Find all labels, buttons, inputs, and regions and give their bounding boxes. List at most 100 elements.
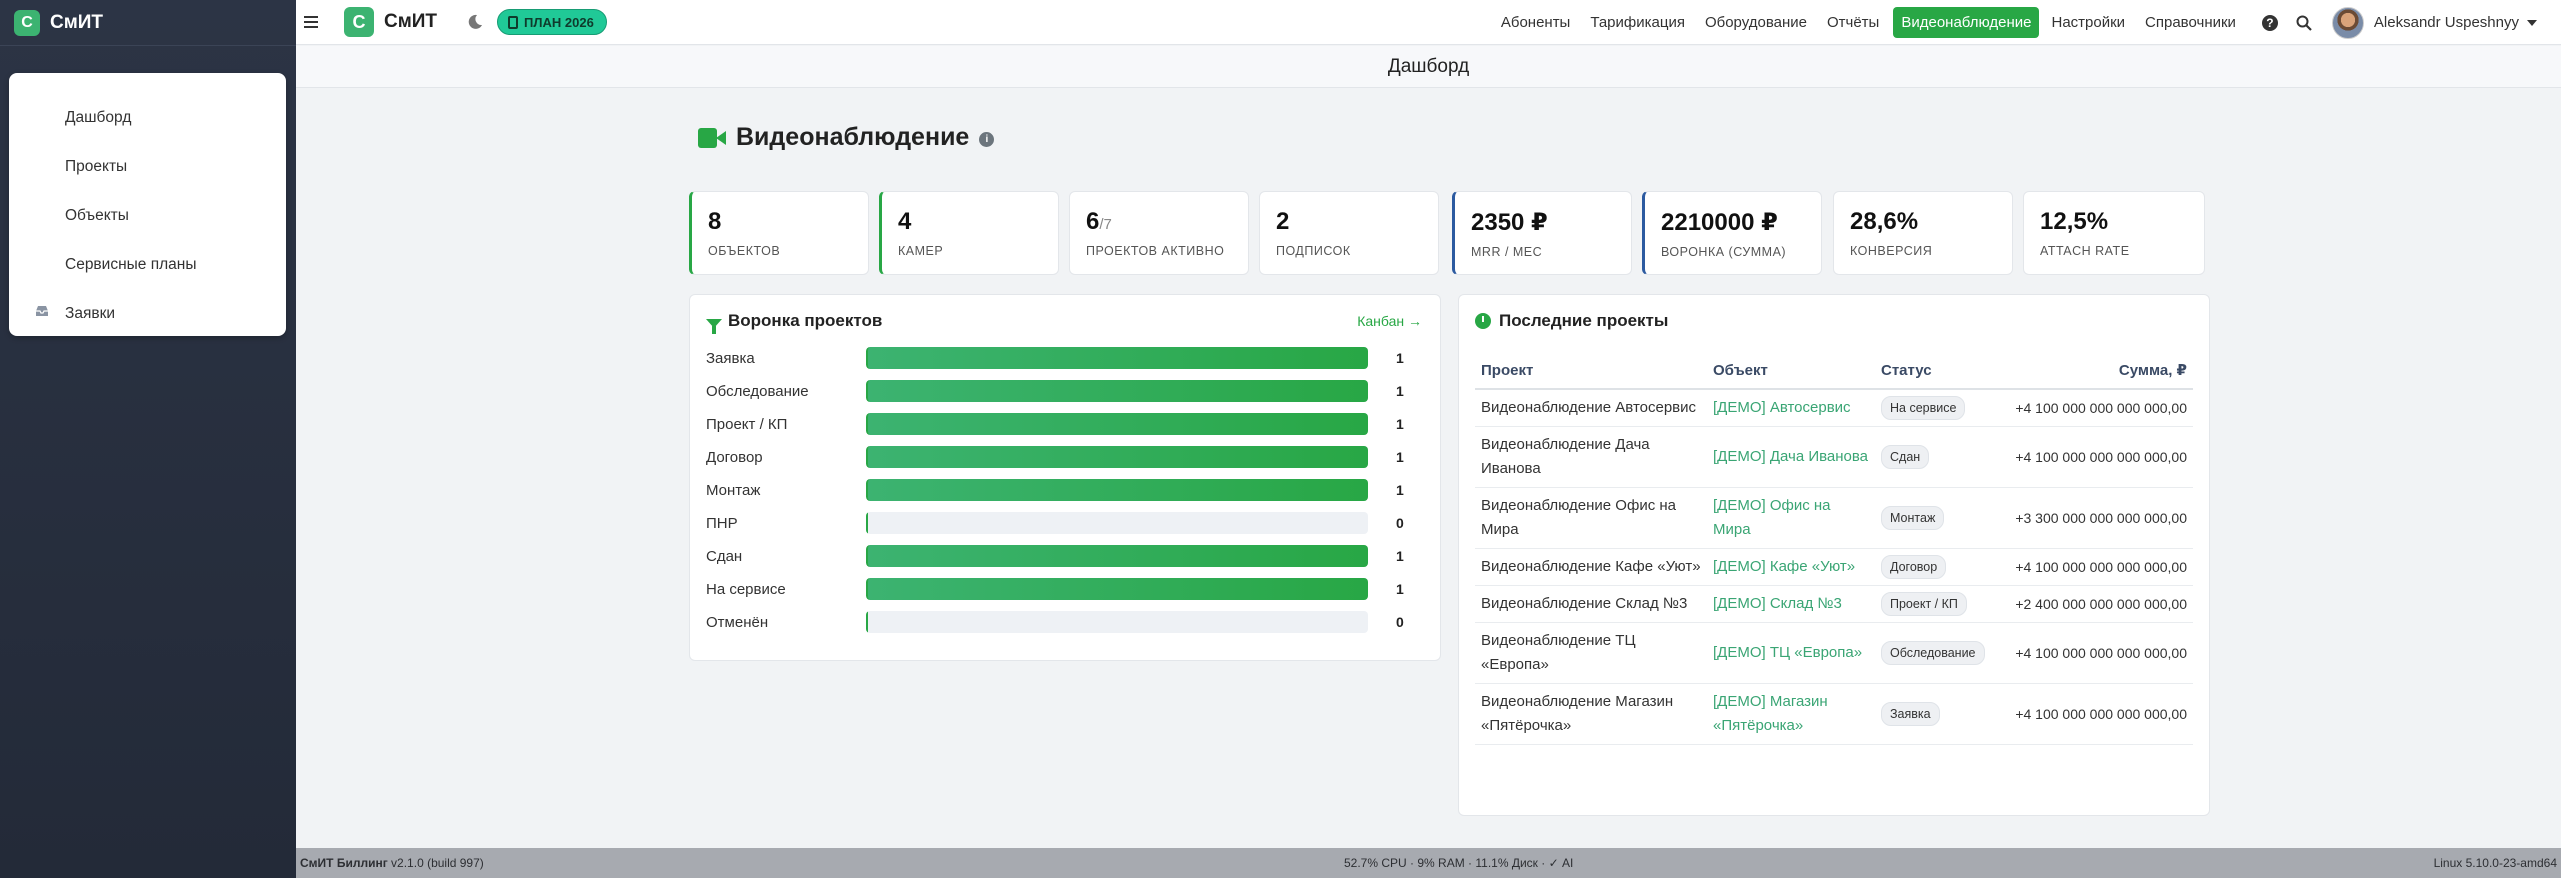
column-header-project[interactable]: Проект — [1475, 353, 1707, 390]
info-icon[interactable]: i — [979, 132, 995, 147]
stat-card-pipeline: 2210000 ₽ ВОРОНКА (СУММА) — [1642, 191, 1822, 275]
funnel-stage-count: 1 — [1396, 449, 1404, 465]
funnel-stage-count: 1 — [1396, 581, 1404, 597]
main-content: Видеонаблюдение i 8 ОБЪЕКТОВ 4 КАМЕР 6/7… — [296, 89, 2561, 847]
stat-card-active-projects: 6/7 ПРОЕКТОВ АКТИВНО — [1069, 191, 1249, 275]
table-row[interactable]: Видеонаблюдение Кафе «Уют» [ДЕМО] Кафе «У… — [1475, 548, 2193, 586]
stat-label: MRR / МЕС — [1471, 245, 1543, 259]
funnel-stage-label: Проект / КП — [706, 416, 788, 433]
stat-card-subscriptions: 2 ПОДПИСОК — [1259, 191, 1439, 275]
funnel-stage-bar — [866, 413, 1368, 435]
sidebar-item-requests[interactable]: Заявки — [9, 289, 286, 338]
funnel-stage-label: Отменён — [706, 614, 769, 631]
funnel-stage-row: Отменён 0 — [706, 611, 1426, 635]
chevron-down-icon[interactable] — [2527, 19, 2537, 26]
object-link[interactable]: [ДЕМО] Офис на Мира — [1707, 487, 1875, 549]
nav-settings[interactable]: Настройки — [2051, 14, 2125, 31]
recent-projects-title: Последние проекты — [1475, 311, 1668, 331]
funnel-stage-row: Проект / КП 1 — [706, 413, 1426, 437]
object-link[interactable]: [ДЕМО] Автосервис — [1707, 389, 1875, 427]
status-badge: Сдан — [1881, 445, 1930, 469]
table-row[interactable]: Видеонаблюдение ТЦ «Европа» [ДЕМО] ТЦ «Ев… — [1475, 622, 2193, 684]
video-camera-icon — [698, 127, 726, 148]
stat-value: 8 — [708, 208, 722, 235]
status-cell: Заявка — [1875, 683, 1995, 745]
funnel-stage-row: Договор 1 — [706, 446, 1426, 470]
funnel-stage-count: 1 — [1396, 383, 1404, 399]
object-link[interactable]: [ДЕМО] Дача Иванова — [1707, 426, 1875, 488]
object-link[interactable]: [ДЕМО] ТЦ «Европа» — [1707, 622, 1875, 684]
search-icon[interactable] — [2296, 15, 2312, 31]
header-logo[interactable]: С СмИТ — [344, 7, 437, 37]
theme-toggle-icon[interactable] — [467, 14, 483, 30]
nav-references[interactable]: Справочники — [2145, 14, 2236, 31]
stat-value: 2350 ₽ — [1471, 209, 1548, 236]
sidebar-brand[interactable]: С СмИТ — [0, 0, 296, 46]
footer-metrics: 52.7% CPU · 9% RAM · 11.1% Диск · ✓ AI — [1344, 856, 1574, 870]
table-row[interactable]: Видеонаблюдение Магазин «Пятёрочка» [ДЕМО… — [1475, 683, 2193, 745]
user-name[interactable]: Aleksandr Uspeshnyy — [2374, 14, 2519, 31]
funnel-stage-fill — [866, 545, 1368, 567]
menu-toggle-icon[interactable] — [304, 16, 318, 28]
plan-badge-label: ПЛАН 2026 — [524, 14, 594, 30]
nav-subscribers[interactable]: Абоненты — [1501, 14, 1571, 31]
kanban-link[interactable]: Канбан → — [1357, 313, 1422, 329]
footer-app-name: СмИТ Биллинг — [300, 856, 388, 870]
funnel-stage-row: Обследование 1 — [706, 380, 1426, 404]
sidebar-item-service-plans[interactable]: Сервисные планы — [9, 240, 286, 289]
funnel-stage-fill — [866, 512, 868, 534]
column-header-object[interactable]: Объект — [1707, 353, 1875, 390]
help-icon[interactable]: ? — [2261, 14, 2278, 31]
nav-reports[interactable]: Отчёты — [1827, 14, 1879, 31]
object-link[interactable]: [ДЕМО] Кафе «Уют» — [1707, 548, 1875, 586]
recent-projects-table: Проект Объект Статус Сумма, ₽ Видеонаблю… — [1475, 353, 2193, 745]
plan-badge[interactable]: ПЛАН 2026 — [497, 9, 607, 35]
page-title-bar: Дашборд — [296, 46, 2561, 88]
funnel-title: Воронка проектов — [706, 311, 882, 334]
sidebar-item-objects[interactable]: Объекты — [9, 191, 286, 240]
recent-projects-card: Последние проекты Проект Объект Статус С… — [1458, 294, 2210, 816]
nav-video-surveillance[interactable]: Видеонаблюдение — [1893, 7, 2040, 38]
sidebar-brand-text: СмИТ — [50, 11, 104, 33]
sidebar-menu: Дашборд Проекты Объекты Сервисные планы … — [9, 73, 286, 336]
funnel-stage-count: 0 — [1396, 614, 1404, 630]
table-row[interactable]: Видеонаблюдение Склад №3 [ДЕМО] Склад №3 П… — [1475, 585, 2193, 623]
stat-value: 2210000 ₽ — [1661, 209, 1778, 236]
project-sum: +4 100 000 000 000 000,00 — [1995, 389, 2193, 427]
status-cell: Обследование — [1875, 622, 1995, 684]
funnel-stage-count: 1 — [1396, 548, 1404, 564]
stat-card-attach-rate: 12,5% ATTACH RATE — [2023, 191, 2205, 275]
sidebar-item-label: Заявки — [65, 304, 116, 322]
funnel-stage-fill — [866, 611, 868, 633]
funnel-stage-count: 0 — [1396, 515, 1404, 531]
stat-label: ATTACH RATE — [2040, 244, 2130, 258]
object-link[interactable]: [ДЕМО] Склад №3 — [1707, 585, 1875, 623]
funnel-stage-label: Сдан — [706, 548, 743, 565]
funnel-stage-bar — [866, 512, 1368, 534]
funnel-stage-row: Монтаж 1 — [706, 479, 1426, 503]
footer: СмИТ Биллинг v2.1.0 (build 997) 52.7% CP… — [296, 848, 2561, 878]
column-header-status[interactable]: Статус — [1875, 353, 1995, 390]
inbox-icon — [36, 306, 48, 316]
status-badge: Заявка — [1881, 702, 1940, 726]
funnel-stage-bar — [866, 479, 1368, 501]
clipboard-icon — [508, 15, 519, 29]
object-link[interactable]: [ДЕМО] Магазин «Пятёрочка» — [1707, 683, 1875, 745]
table-row[interactable]: Видеонаблюдение Дача Иванова [ДЕМО] Дача … — [1475, 426, 2193, 488]
recent-projects-title-text: Последние проекты — [1499, 311, 1669, 330]
funnel-stage-fill — [866, 380, 1368, 402]
funnel-stage-count: 1 — [1396, 482, 1404, 498]
column-header-sum[interactable]: Сумма, ₽ — [1995, 353, 2193, 390]
nav-equipment[interactable]: Оборудование — [1705, 14, 1807, 31]
table-row[interactable]: Видеонаблюдение Автосервис [ДЕМО] Автосер… — [1475, 389, 2193, 427]
logo-icon: С — [14, 9, 40, 36]
nav-tariffs[interactable]: Тарификация — [1590, 14, 1685, 31]
funnel-card: Воронка проектов Канбан → Заявка 1 Обследо… — [689, 294, 1441, 661]
sidebar-item-projects[interactable]: Проекты — [9, 142, 286, 191]
stat-value: 12,5% — [2040, 208, 2109, 235]
avatar[interactable] — [2331, 6, 2364, 39]
sidebar-item-label: Объекты — [65, 206, 129, 224]
stat-label: КОНВЕРСИЯ — [1850, 244, 1933, 258]
sidebar-item-dashboard[interactable]: Дашборд — [9, 93, 286, 142]
table-row[interactable]: Видеонаблюдение Офис на Мира [ДЕМО] Офис … — [1475, 487, 2193, 549]
